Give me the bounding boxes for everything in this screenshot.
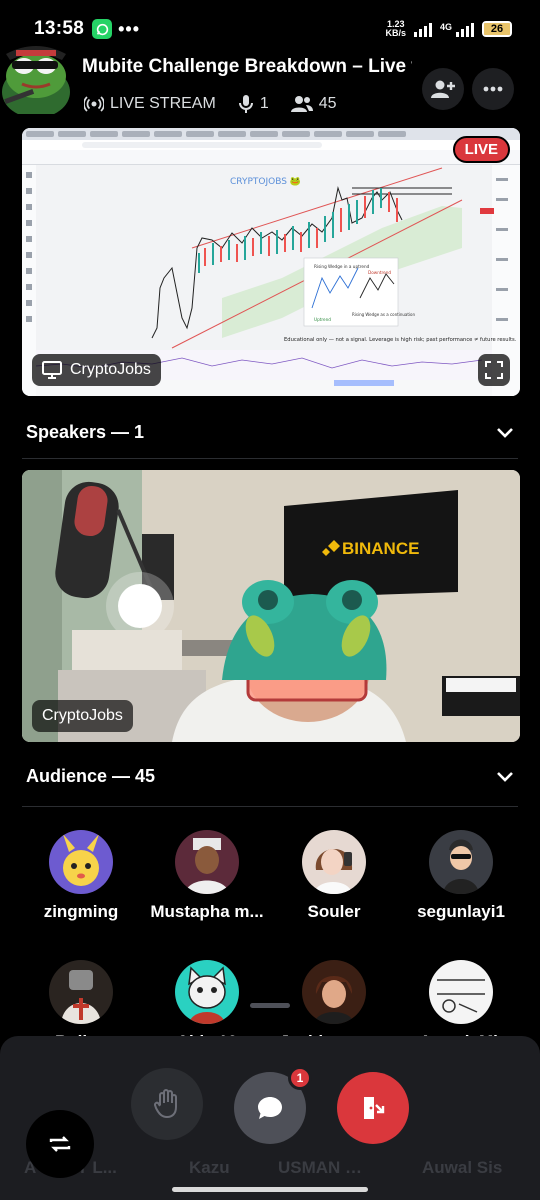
add-user-icon (431, 80, 455, 98)
fullscreen-button[interactable] (478, 354, 510, 386)
svg-text:Uptrend: Uptrend (314, 317, 331, 322)
avatar (302, 960, 366, 1024)
people-icon (290, 96, 313, 112)
stream-meta: LIVE STREAM 1 45 (84, 94, 337, 114)
avatar (429, 960, 493, 1024)
audience-member[interactable]: segunlayi1 (396, 830, 526, 922)
audience-row: zingming Mustapha m... Souler segunlayi1 (0, 830, 540, 940)
switch-view-button[interactable] (26, 1110, 94, 1178)
live-stream-icon (84, 96, 104, 112)
audience-member[interactable]: zingming (16, 830, 146, 922)
avatar (429, 830, 493, 894)
ghost-member-name: USMAN … (278, 1158, 363, 1177)
streamer-label: CryptoJobs (32, 354, 161, 386)
chat-button[interactable]: 1 (234, 1066, 312, 1144)
invite-button[interactable] (422, 68, 464, 110)
member-name: segunlayi1 (417, 902, 505, 921)
speaker-count: 1 (259, 95, 269, 112)
repeat-icon (49, 1136, 71, 1152)
divider (22, 458, 518, 459)
chevron-down-icon (497, 771, 513, 782)
raise-hand-button[interactable] (131, 1068, 203, 1140)
member-name: Mustapha m... (150, 902, 264, 921)
audience-member[interactable]: Souler (269, 830, 399, 922)
drag-handle[interactable] (250, 1003, 290, 1008)
divider (22, 806, 518, 807)
chart-watermark: CRYPTOJOBS 🐸 (230, 176, 301, 187)
speaker-video[interactable]: BINANCE CryptoJobs (22, 470, 520, 742)
whatsapp-icon (92, 19, 113, 39)
host-avatar[interactable] (0, 30, 70, 114)
header: Mubite Challenge Breakdown – Live with C… (0, 50, 540, 124)
fullscreen-icon (485, 361, 503, 379)
member-name: zingming (43, 902, 119, 921)
hand-icon (154, 1089, 177, 1119)
live-badge: LIVE (452, 136, 510, 163)
svg-text:Downtrend: Downtrend (368, 270, 391, 275)
speaker-name-label: CryptoJobs (32, 700, 133, 732)
audience-member[interactable]: Mustapha m... (142, 830, 272, 922)
audience-section-header[interactable]: Audience — 45 (26, 766, 514, 787)
battery-icon: 26 (482, 21, 512, 37)
leave-call-button[interactable] (337, 1072, 409, 1144)
page-title: Mubite Challenge Breakdown – Live with C… (82, 56, 412, 77)
avatar (175, 960, 239, 1024)
ghost-member-name: Kazu (189, 1158, 230, 1177)
more-options-button[interactable] (472, 68, 514, 110)
member-name: Souler (307, 902, 361, 921)
notification-overflow-icon: ••• (118, 18, 141, 39)
speakers-heading: Speakers — 1 (26, 422, 145, 442)
screen-share-stream[interactable]: CRYPTOJOBS 🐸 Rising Wedge in a uptrend D… (22, 128, 520, 396)
chat-bubble-icon (258, 1097, 282, 1119)
microphone-icon (238, 95, 253, 113)
unread-badge: 1 (288, 1066, 312, 1090)
signal-icon (413, 21, 432, 37)
listener-count: 45 (318, 95, 337, 112)
chevron-down-icon (497, 427, 513, 438)
ghost-member-name: Auwal Sis (422, 1158, 503, 1177)
network-speed: 1.23 KB/s (385, 19, 406, 38)
live-stream-label: LIVE STREAM (110, 95, 216, 112)
chart-disclaimer: Educational only — not a signal. Leverag… (284, 337, 517, 343)
svg-text:Rising Wedge in a uptrend: Rising Wedge in a uptrend (314, 264, 370, 269)
leave-icon (364, 1097, 385, 1119)
avatar (302, 830, 366, 894)
signal-icon-2 (456, 21, 474, 37)
banner-text: BINANCE (342, 539, 419, 558)
svg-text:Rising Wedge as a continuation: Rising Wedge as a continuation (352, 312, 415, 317)
home-indicator[interactable] (172, 1187, 368, 1192)
screen-share-icon (42, 361, 62, 379)
avatar (175, 830, 239, 894)
avatar (49, 830, 113, 894)
speakers-section-header[interactable]: Speakers — 1 (26, 422, 514, 443)
more-icon (483, 86, 503, 92)
network-type: 4G (439, 22, 452, 32)
audience-heading: Audience — 45 (26, 766, 156, 786)
avatar (49, 960, 113, 1024)
